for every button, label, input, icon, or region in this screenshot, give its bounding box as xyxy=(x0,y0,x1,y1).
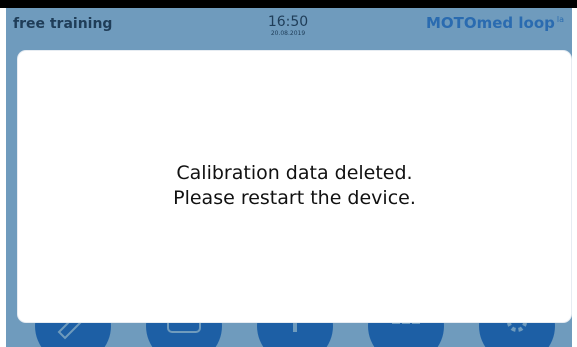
status-bar: free training 16:50 20.08.2019 MOTOmed l… xyxy=(6,8,572,44)
top-black-strip xyxy=(0,0,577,8)
clock: 16:50 20.08.2019 xyxy=(258,14,318,37)
training-mode-label: free training xyxy=(13,16,113,32)
dialog-message-line-2: Please restart the device. xyxy=(173,187,416,209)
message-dialog: Calibration data deleted. Please restart… xyxy=(18,51,571,322)
brand-name: MOTOmed loop xyxy=(425,14,555,32)
brand-logo: MOTOmed loop la xyxy=(426,14,564,32)
dialog-message: Calibration data deleted. Please restart… xyxy=(18,161,571,211)
device-screen: free training 16:50 20.08.2019 MOTOmed l… xyxy=(6,8,572,347)
clock-time: 16:50 xyxy=(267,14,309,30)
dialog-message-line-1: Calibration data deleted. xyxy=(176,162,413,184)
clock-date: 20.08.2019 xyxy=(270,30,306,37)
brand-suffix: la xyxy=(556,15,564,24)
